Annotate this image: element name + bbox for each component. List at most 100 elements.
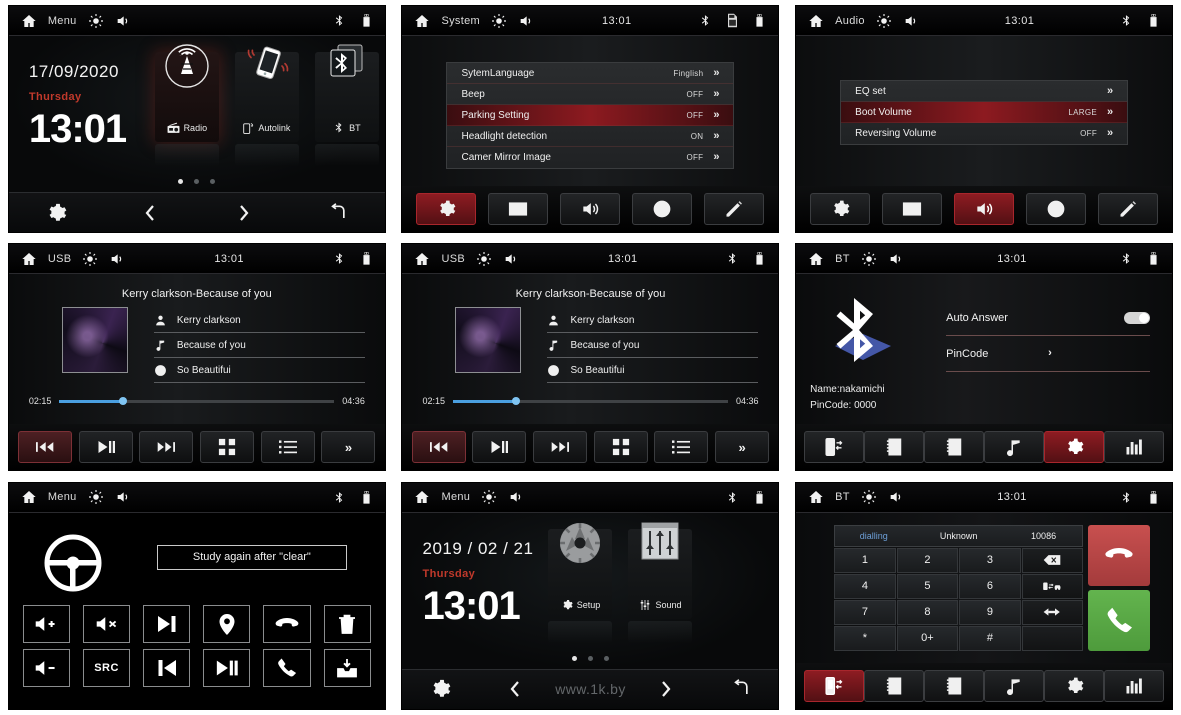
key-volume-down[interactable] xyxy=(22,648,70,687)
home-icon[interactable] xyxy=(808,13,824,29)
tab-info[interactable] xyxy=(1026,193,1087,226)
chevron-right-icon[interactable]: › xyxy=(1048,348,1150,359)
key-1[interactable]: 1 xyxy=(834,547,896,573)
more-button[interactable]: » xyxy=(715,431,770,464)
volume-icon[interactable] xyxy=(115,13,131,29)
key-navigation[interactable] xyxy=(203,604,251,643)
play-pause-button[interactable] xyxy=(78,431,133,464)
progress-knob[interactable] xyxy=(118,397,127,406)
volume-icon[interactable] xyxy=(903,13,919,29)
key-save-study[interactable] xyxy=(323,648,371,687)
brightness-icon[interactable] xyxy=(481,489,497,505)
page-dot[interactable] xyxy=(210,179,216,185)
tab-bt-music[interactable] xyxy=(984,669,1045,702)
chevron-right-icon[interactable]: » xyxy=(1107,85,1113,97)
tab-contacts-in[interactable] xyxy=(924,669,985,702)
tab-contacts-out[interactable] xyxy=(864,431,925,464)
page-dot[interactable] xyxy=(571,655,577,661)
settings-row[interactable]: Headlight detection ON » xyxy=(447,126,734,148)
key-clear[interactable] xyxy=(323,604,371,643)
next-page-button[interactable] xyxy=(628,680,703,698)
key-4[interactable]: 4 xyxy=(834,573,896,599)
brightness-icon[interactable] xyxy=(88,489,104,505)
progress-track[interactable] xyxy=(453,397,728,406)
key-3[interactable]: 3 xyxy=(959,547,1021,573)
volume-icon[interactable] xyxy=(503,251,519,267)
settings-button[interactable] xyxy=(402,678,477,700)
settings-button[interactable] xyxy=(9,202,103,224)
settings-row-selected[interactable]: Boot Volume LARGE » xyxy=(841,102,1128,124)
settings-row[interactable]: Beep OFF » xyxy=(447,84,734,106)
tile-bt[interactable]: BT xyxy=(314,44,379,167)
next-track-button[interactable] xyxy=(533,431,588,464)
prev-page-button[interactable] xyxy=(478,680,553,698)
bt-option-pincode[interactable]: PinCode › xyxy=(946,336,1151,373)
auto-answer-toggle[interactable] xyxy=(1124,311,1151,324)
volume-icon[interactable] xyxy=(888,251,904,267)
more-button[interactable]: » xyxy=(321,431,376,464)
progress-track[interactable] xyxy=(59,397,335,406)
settings-row[interactable]: Reversing Volume OFF » xyxy=(841,123,1127,144)
tab-terminal[interactable] xyxy=(488,193,549,226)
tab-info[interactable] xyxy=(632,193,693,226)
key-volume-up[interactable] xyxy=(22,604,70,643)
answer-call-button[interactable] xyxy=(1088,589,1151,651)
key-swap-audio[interactable] xyxy=(1021,599,1084,625)
volume-icon[interactable] xyxy=(109,251,125,267)
list-view-button[interactable] xyxy=(654,431,709,464)
brightness-icon[interactable] xyxy=(861,489,877,505)
brightness-icon[interactable] xyxy=(88,13,104,29)
key-star[interactable]: * xyxy=(834,625,896,651)
key-mute[interactable] xyxy=(82,604,131,643)
key-6[interactable]: 6 xyxy=(959,573,1021,599)
volume-icon[interactable] xyxy=(115,489,131,505)
volume-icon[interactable] xyxy=(888,489,904,505)
list-view-button[interactable] xyxy=(260,431,315,464)
prev-track-button[interactable] xyxy=(18,431,73,464)
bt-option-auto-answer[interactable]: Auto Answer xyxy=(946,300,1151,337)
key-prev-track[interactable] xyxy=(143,648,191,687)
home-icon[interactable] xyxy=(808,251,824,267)
tab-settings[interactable] xyxy=(810,193,871,226)
play-pause-button[interactable] xyxy=(472,431,527,464)
grid-view-button[interactable] xyxy=(200,431,255,464)
tab-bt-settings[interactable] xyxy=(1044,669,1105,702)
chevron-right-icon[interactable]: » xyxy=(713,152,719,163)
grid-view-button[interactable] xyxy=(593,431,648,464)
settings-row-selected[interactable]: Parking Setting OFF » xyxy=(447,105,734,127)
key-8[interactable]: 8 xyxy=(896,599,959,625)
brightness-icon[interactable] xyxy=(491,13,507,29)
key-next-track[interactable] xyxy=(143,604,191,643)
progress-bar[interactable]: 02:15 04:36 xyxy=(29,396,365,406)
tab-audio[interactable] xyxy=(560,193,621,226)
key-2[interactable]: 2 xyxy=(896,547,959,573)
prev-page-button[interactable] xyxy=(103,204,197,222)
tab-bt-music[interactable] xyxy=(984,431,1045,464)
back-button[interactable] xyxy=(291,202,385,223)
end-call-button[interactable] xyxy=(1088,524,1151,586)
chevron-right-icon[interactable]: » xyxy=(713,109,719,121)
tab-bt-settings[interactable] xyxy=(1044,431,1105,464)
settings-row[interactable]: Camer Mirror Image OFF » xyxy=(447,147,733,168)
chevron-right-icon[interactable]: » xyxy=(713,130,719,142)
key-source[interactable]: SRC xyxy=(82,648,131,687)
next-track-button[interactable] xyxy=(139,431,194,464)
prev-track-button[interactable] xyxy=(411,431,466,464)
home-icon[interactable] xyxy=(414,251,430,267)
progress-bar[interactable]: 02:15 04:36 xyxy=(422,396,758,406)
key-7[interactable]: 7 xyxy=(834,599,896,625)
chevron-right-icon[interactable]: » xyxy=(713,88,719,100)
home-icon[interactable] xyxy=(414,13,430,29)
chevron-right-icon[interactable]: » xyxy=(1107,128,1113,139)
tile-setup[interactable]: Setup xyxy=(548,522,613,643)
tile-sound[interactable]: Sound xyxy=(628,522,693,643)
brightness-icon[interactable] xyxy=(476,251,492,267)
tab-edit[interactable] xyxy=(704,193,765,226)
page-dot[interactable] xyxy=(603,655,609,661)
key-transfer-audio[interactable] xyxy=(1021,573,1084,599)
key-play-pause[interactable] xyxy=(203,648,251,687)
home-icon[interactable] xyxy=(21,251,37,267)
brightness-icon[interactable] xyxy=(82,251,98,267)
home-icon[interactable] xyxy=(21,13,37,29)
tab-contacts-out[interactable] xyxy=(864,669,925,702)
